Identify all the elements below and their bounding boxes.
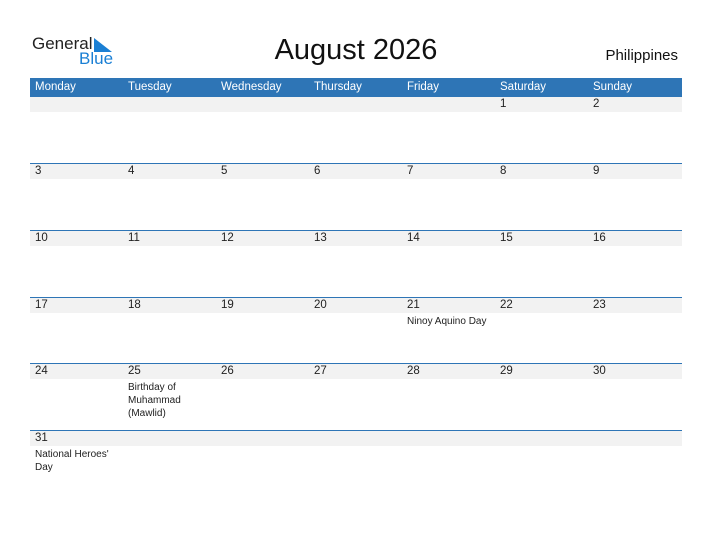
day-cell: 27 [309,364,402,430]
day-cell: 4 [123,164,216,230]
day-cell: 25 Birthday of Muhammad (Mawlid) [123,364,216,430]
day-cell: 5 [216,164,309,230]
day-number: 1 [500,98,507,110]
day-cell: 8 [495,164,588,230]
day-cell: 17 [30,298,123,364]
day-cell: 11 [123,231,216,297]
day-number: 12 [221,232,234,244]
day-number: 13 [314,232,327,244]
day-number: 21 [407,299,420,311]
day-cell: 14 [402,231,495,297]
day-cell [309,97,402,163]
day-cell [495,431,588,497]
day-cell: 19 [216,298,309,364]
weekday-tuesday: Tuesday [128,81,172,93]
day-number: 31 [35,432,48,444]
day-cell [216,97,309,163]
day-cell: 13 [309,231,402,297]
day-cell [588,431,681,497]
week-row: 3 4 5 6 7 8 9 [30,163,682,231]
day-cell: 26 [216,364,309,430]
day-cell: 21 Ninoy Aquino Day [402,298,495,364]
weekday-monday: Monday [35,81,76,93]
weekday-wednesday: Wednesday [221,81,282,93]
day-cell [30,97,123,163]
holiday-note: National Heroes' Day [35,449,109,473]
day-number: 20 [314,299,327,311]
day-number: 16 [593,232,606,244]
day-cell: 1 [495,97,588,163]
day-cell: 10 [30,231,123,297]
day-number: 26 [221,365,234,377]
day-cell [402,97,495,163]
day-cell: 15 [495,231,588,297]
day-cell: 30 [588,364,681,430]
holiday-note: Ninoy Aquino Day [407,316,487,327]
day-cell: 16 [588,231,681,297]
day-cell [123,431,216,497]
day-cell [123,97,216,163]
day-cell: 12 [216,231,309,297]
country-label: Philippines [605,47,678,64]
day-cell: 20 [309,298,402,364]
day-number: 19 [221,299,234,311]
day-number: 7 [407,165,414,177]
day-number: 5 [221,165,228,177]
week-row: 17 18 19 20 21 Ninoy Aquino Day 22 23 [30,297,682,365]
day-number: 29 [500,365,513,377]
weekday-thursday: Thursday [314,81,362,93]
week-row: 31 National Heroes' Day [30,430,682,498]
day-number: 18 [128,299,141,311]
day-number: 4 [128,165,135,177]
day-number: 14 [407,232,420,244]
day-cell: 23 [588,298,681,364]
weekday-header: Monday Tuesday Wednesday Thursday Friday Satu… [30,78,682,97]
day-number: 25 [128,365,141,377]
day-cell: 18 [123,298,216,364]
holiday-note: Birthday of Muhammad (Mawlid) [128,382,181,419]
week-row: 12 [30,97,682,164]
weekday-saturday: Saturday [500,81,547,93]
day-cell: 31 National Heroes' Day [30,431,123,497]
day-number: 23 [593,299,606,311]
day-cell: 28 [402,364,495,430]
day-number: 8 [500,165,507,177]
weekday-sunday: Sunday [593,81,633,93]
day-cell: 9 [588,164,681,230]
day-cell: 3 [30,164,123,230]
day-number: 30 [593,365,606,377]
day-number: 27 [314,365,327,377]
day-number: 22 [500,299,513,311]
day-cell: 2 [588,97,681,163]
day-number: 17 [35,299,48,311]
day-number: 10 [35,232,48,244]
day-cell: 6 [309,164,402,230]
week-row: 24 25 Birthday of Muhammad (Mawlid) 26 27 28 2… [30,363,682,431]
day-cell: 24 [30,364,123,430]
day-number: 28 [407,365,420,377]
day-cell: 7 [402,164,495,230]
day-number: 11 [128,232,140,244]
day-cell: 29 [495,364,588,430]
weekday-friday: Friday [407,81,439,93]
day-cell [216,431,309,497]
week-row: 10 11 12 13 14 15 16 [30,230,682,298]
day-number: 6 [314,165,321,177]
day-number: 24 [35,365,48,377]
day-cell [402,431,495,497]
day-number: 9 [593,165,600,177]
day-cell [309,431,402,497]
day-number: 15 [500,232,513,244]
day-number: 2 [593,98,600,110]
day-number: 3 [35,165,42,177]
day-cell: 22 [495,298,588,364]
